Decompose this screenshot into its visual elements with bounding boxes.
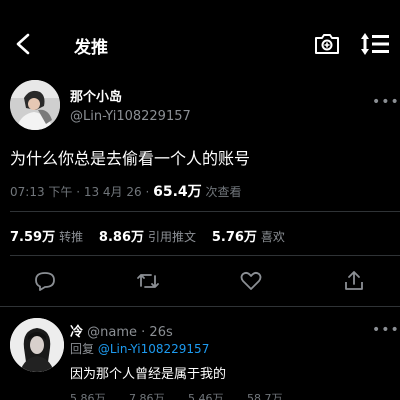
reply-view-count[interactable]: 58.7万 (247, 390, 283, 400)
views-count: 65.4万 (153, 184, 202, 200)
reply-header: 冷 @name · 26s (70, 321, 173, 340)
quote-label[interactable]: 引用推文 (148, 230, 196, 244)
like-label[interactable]: 喜欢 (261, 230, 285, 244)
top-bar: 发推 (0, 0, 400, 80)
author-name[interactable]: 那个小岛 (70, 86, 122, 105)
retweet-icon[interactable] (135, 268, 161, 294)
tweet-stats: 7.59万 转推 8.86万 引用推文 5.76万 喜欢 (10, 226, 297, 245)
views-label: 次查看 (205, 185, 242, 199)
reply-icon[interactable] (32, 268, 58, 294)
reply-like-count[interactable]: 5.46万 (188, 390, 224, 400)
reply-mention-link[interactable]: @Lin-Yi108229157 (98, 342, 209, 356)
divider (10, 211, 400, 212)
reply-avatar[interactable] (10, 318, 64, 372)
camera-icon[interactable] (314, 32, 340, 56)
reply-text: 因为那个人曾经是属于我的 (70, 367, 227, 382)
more-options-icon[interactable]: ••• (372, 94, 400, 110)
retweet-label[interactable]: 转推 (59, 230, 83, 244)
back-arrow-icon[interactable] (10, 30, 38, 58)
reply-avatar-image (10, 318, 64, 372)
sort-icon[interactable] (360, 31, 390, 57)
reply-author-handle[interactable]: @name (87, 325, 137, 340)
tweet-meta: 07:13 下午 · 13 4月 26 · 65.4万 次查看 (10, 181, 242, 201)
like-icon[interactable] (238, 268, 264, 294)
reply-stats: 5.86万 7.86万 5.46万 58.7万 (70, 390, 303, 400)
avatar[interactable] (10, 80, 60, 130)
divider (10, 255, 400, 256)
page-title: 发推 (74, 38, 108, 58)
divider (0, 306, 400, 307)
tweet-text: 为什么你总是去偷看一个人的账号 (10, 149, 251, 168)
replying-to: 回复 @Lin-Yi108229157 (70, 340, 209, 357)
share-icon[interactable] (341, 268, 367, 294)
avatar-image (10, 80, 60, 130)
tweet-time: 07:13 下午 · 13 4月 26 · (10, 185, 150, 199)
reply-author-name[interactable]: 冷 (70, 325, 83, 340)
retweet-count[interactable]: 7.59万 (10, 230, 55, 245)
like-count[interactable]: 5.76万 (212, 230, 257, 245)
author-handle[interactable]: @Lin-Yi108229157 (70, 109, 191, 124)
reply-time: · 26s (141, 325, 173, 340)
reply-prefix: 回复 (70, 342, 95, 356)
reply-more-options-icon[interactable]: ••• (372, 322, 400, 338)
quote-count[interactable]: 8.86万 (99, 230, 144, 245)
reply-retweet-count[interactable]: 7.86万 (129, 390, 165, 400)
reply-reply-count[interactable]: 5.86万 (70, 390, 106, 400)
